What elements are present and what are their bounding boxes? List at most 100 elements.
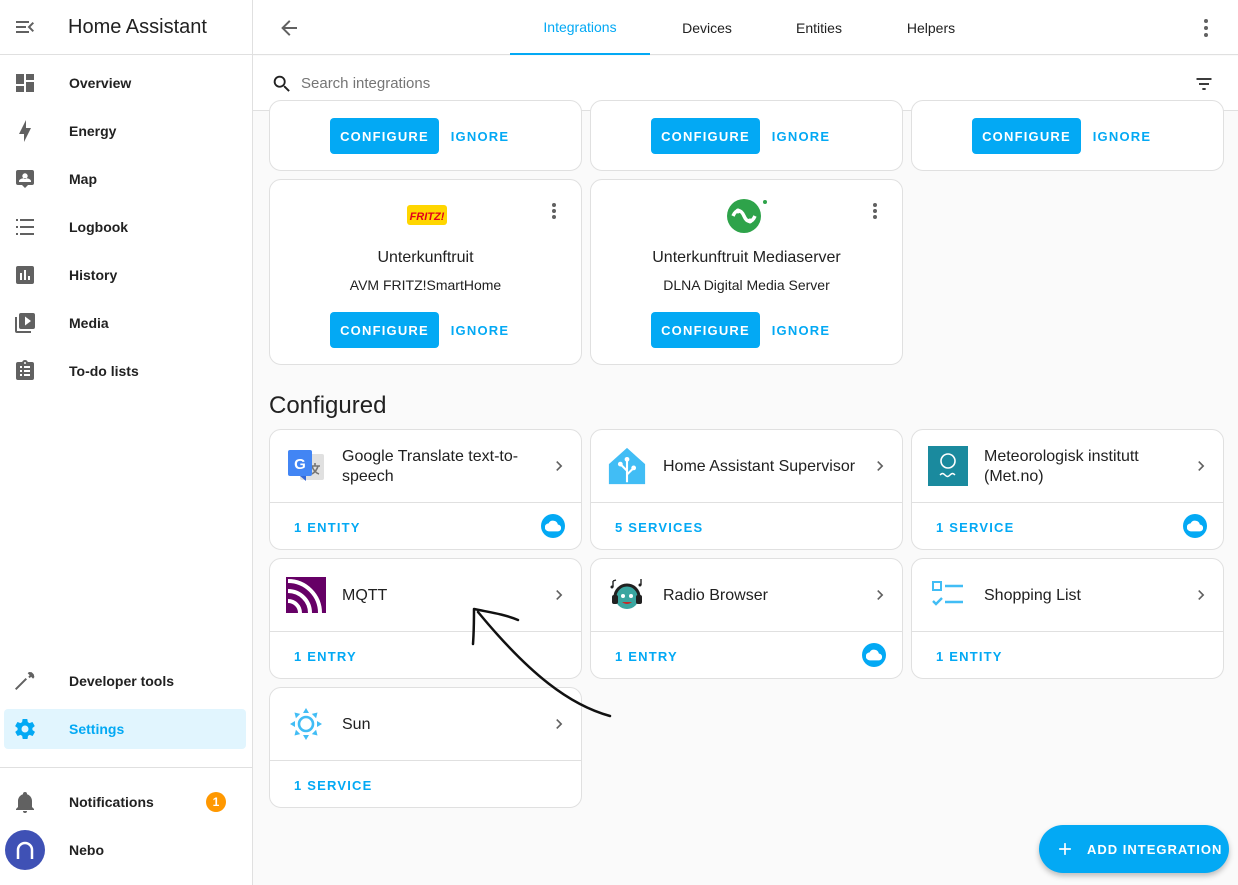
avatar xyxy=(5,830,45,870)
tab-entities[interactable]: Entities xyxy=(764,0,874,55)
discovered-card: FRITZ! Unterkunftruit AVM FRITZ!SmartHom… xyxy=(269,179,582,365)
entry-count-link[interactable]: 1 ENTRY xyxy=(294,649,357,664)
configure-button[interactable]: CONFIGURE xyxy=(651,118,760,154)
service-count-link[interactable]: 1 SERVICE xyxy=(294,778,372,793)
integration-name: Shopping List xyxy=(984,586,1081,604)
dashboard-icon xyxy=(4,71,46,95)
cloud-icon xyxy=(862,643,886,667)
discovered-card-partial: CONFIGURE IGNORE xyxy=(911,100,1224,171)
ignore-button[interactable]: IGNORE xyxy=(440,118,520,154)
sidebar-item-label: Notifications xyxy=(69,794,154,810)
integration-name: Radio Browser xyxy=(663,586,768,604)
lightning-icon xyxy=(4,119,46,143)
card-menu-icon[interactable] xyxy=(872,202,878,225)
integration-card-sun[interactable]: Sun 1 SERVICE xyxy=(269,687,582,808)
ignore-button[interactable]: IGNORE xyxy=(440,312,520,348)
sidebar-item-label: To-do lists xyxy=(69,363,139,379)
integration-card-shopping-list[interactable]: Shopping List 1 ENTITY xyxy=(911,558,1224,679)
arrow-back-icon[interactable] xyxy=(277,16,301,40)
service-count-link[interactable]: 1 SERVICE xyxy=(936,520,1014,535)
overflow-menu-icon[interactable] xyxy=(1194,16,1218,45)
card-header: Meteorologisk institutt (Met.no) xyxy=(912,430,1223,503)
search-icon xyxy=(271,73,293,100)
discovered-card-partial: CONFIGURE IGNORE xyxy=(269,100,582,171)
cloud-icon xyxy=(541,514,565,538)
menu-toggle-icon[interactable] xyxy=(0,0,50,55)
search-input[interactable] xyxy=(301,70,1101,96)
sidebar-item-history[interactable]: History xyxy=(4,255,246,295)
sidebar: Home Assistant Overview Energy Map Logbo… xyxy=(0,0,253,885)
discovered-card-partial: CONFIGURE IGNORE xyxy=(590,100,903,171)
bell-icon xyxy=(4,790,46,814)
tab-integrations[interactable]: Integrations xyxy=(510,0,650,55)
integration-card-radio-browser[interactable]: Radio Browser 1 ENTRY xyxy=(590,558,903,679)
google-translate-logo: G xyxy=(286,446,326,486)
card-header: G Google Translate text-to-speech xyxy=(270,430,581,503)
sidebar-item-label: History xyxy=(69,267,118,283)
hammer-icon xyxy=(4,669,46,693)
sun-logo xyxy=(286,704,326,744)
configure-button[interactable]: CONFIGURE xyxy=(330,312,439,348)
configure-button[interactable]: CONFIGURE xyxy=(972,118,1081,154)
configure-button[interactable]: CONFIGURE xyxy=(651,312,760,348)
dlna-logo xyxy=(725,197,769,235)
sidebar-item-todo-lists[interactable]: To-do lists xyxy=(4,351,246,391)
sidebar-item-developer-tools[interactable]: Developer tools xyxy=(4,661,246,701)
tab-devices[interactable]: Devices xyxy=(650,0,764,55)
card-header: Shopping List xyxy=(912,559,1223,632)
integration-card-supervisor[interactable]: Home Assistant Supervisor 5 SERVICES xyxy=(590,429,903,550)
chevron-right-icon xyxy=(870,456,890,481)
service-count-link[interactable]: 5 SERVICES xyxy=(615,520,703,535)
top-app-bar: Integrations Devices Entities Helpers xyxy=(253,0,1238,55)
device-name: Unterkunftruit Mediaserver xyxy=(652,249,841,266)
sidebar-item-user[interactable]: Nebo xyxy=(4,830,246,870)
card-header: MQTT xyxy=(270,559,581,632)
ignore-button[interactable]: IGNORE xyxy=(761,118,841,154)
notification-count-badge: 1 xyxy=(206,792,226,812)
sidebar-item-label: Overview xyxy=(69,75,132,91)
avatar-wrap xyxy=(4,830,46,870)
chevron-right-icon xyxy=(549,714,569,739)
integration-card-mqtt[interactable]: MQTT 1 ENTRY xyxy=(269,558,582,679)
shopping-list-logo xyxy=(928,575,968,615)
integration-name: Google Translate text-to-speech xyxy=(342,447,519,485)
ignore-button[interactable]: IGNORE xyxy=(1082,118,1162,154)
sidebar-item-map[interactable]: Map xyxy=(4,159,246,199)
tab-helpers[interactable]: Helpers xyxy=(874,0,988,55)
integration-name: Home Assistant Supervisor xyxy=(663,457,856,475)
chevron-right-icon xyxy=(549,456,569,481)
sidebar-item-label: Settings xyxy=(69,721,125,737)
integration-card-google-translate[interactable]: G Google Translate text-to-speech 1 ENTI… xyxy=(269,429,582,550)
integration-card-met-no[interactable]: Meteorologisk institutt (Met.no) 1 SERVI… xyxy=(911,429,1224,550)
entity-count-link[interactable]: 1 ENTITY xyxy=(294,520,361,535)
sidebar-header: Home Assistant xyxy=(0,0,252,55)
integration-name: MQTT xyxy=(342,586,388,604)
chevron-right-icon xyxy=(1191,585,1211,610)
add-integration-label: ADD INTEGRATION xyxy=(1087,841,1223,857)
home-assistant-logo xyxy=(607,446,647,486)
filter-icon[interactable] xyxy=(1194,74,1214,99)
configure-button[interactable]: CONFIGURE xyxy=(330,118,439,154)
card-header: Sun xyxy=(270,688,581,761)
user-name: Nebo xyxy=(69,842,104,858)
map-account-icon xyxy=(4,167,46,191)
ignore-button[interactable]: IGNORE xyxy=(761,312,841,348)
sidebar-item-energy[interactable]: Energy xyxy=(4,111,246,151)
entry-count-link[interactable]: 1 ENTRY xyxy=(615,649,678,664)
integration-name: Sun xyxy=(342,715,371,733)
sidebar-item-logbook[interactable]: Logbook xyxy=(4,207,246,247)
sidebar-item-media[interactable]: Media xyxy=(4,303,246,343)
gear-icon xyxy=(4,717,46,741)
plus-icon xyxy=(1053,839,1077,859)
card-menu-icon[interactable] xyxy=(551,202,557,225)
add-integration-button[interactable]: ADD INTEGRATION xyxy=(1039,825,1229,873)
sidebar-divider xyxy=(0,767,252,768)
chart-bar-icon xyxy=(4,263,46,287)
integration-name: AVM FRITZ!SmartHome xyxy=(349,277,502,293)
sidebar-item-settings[interactable]: Settings xyxy=(4,709,246,749)
discovered-card: Unterkunftruit Mediaserver DLNA Digital … xyxy=(590,179,903,365)
sidebar-item-notifications[interactable]: Notifications 1 xyxy=(4,782,246,822)
card-header: Home Assistant Supervisor xyxy=(591,430,902,503)
entity-count-link[interactable]: 1 ENTITY xyxy=(936,649,1003,664)
sidebar-item-overview[interactable]: Overview xyxy=(4,63,246,103)
